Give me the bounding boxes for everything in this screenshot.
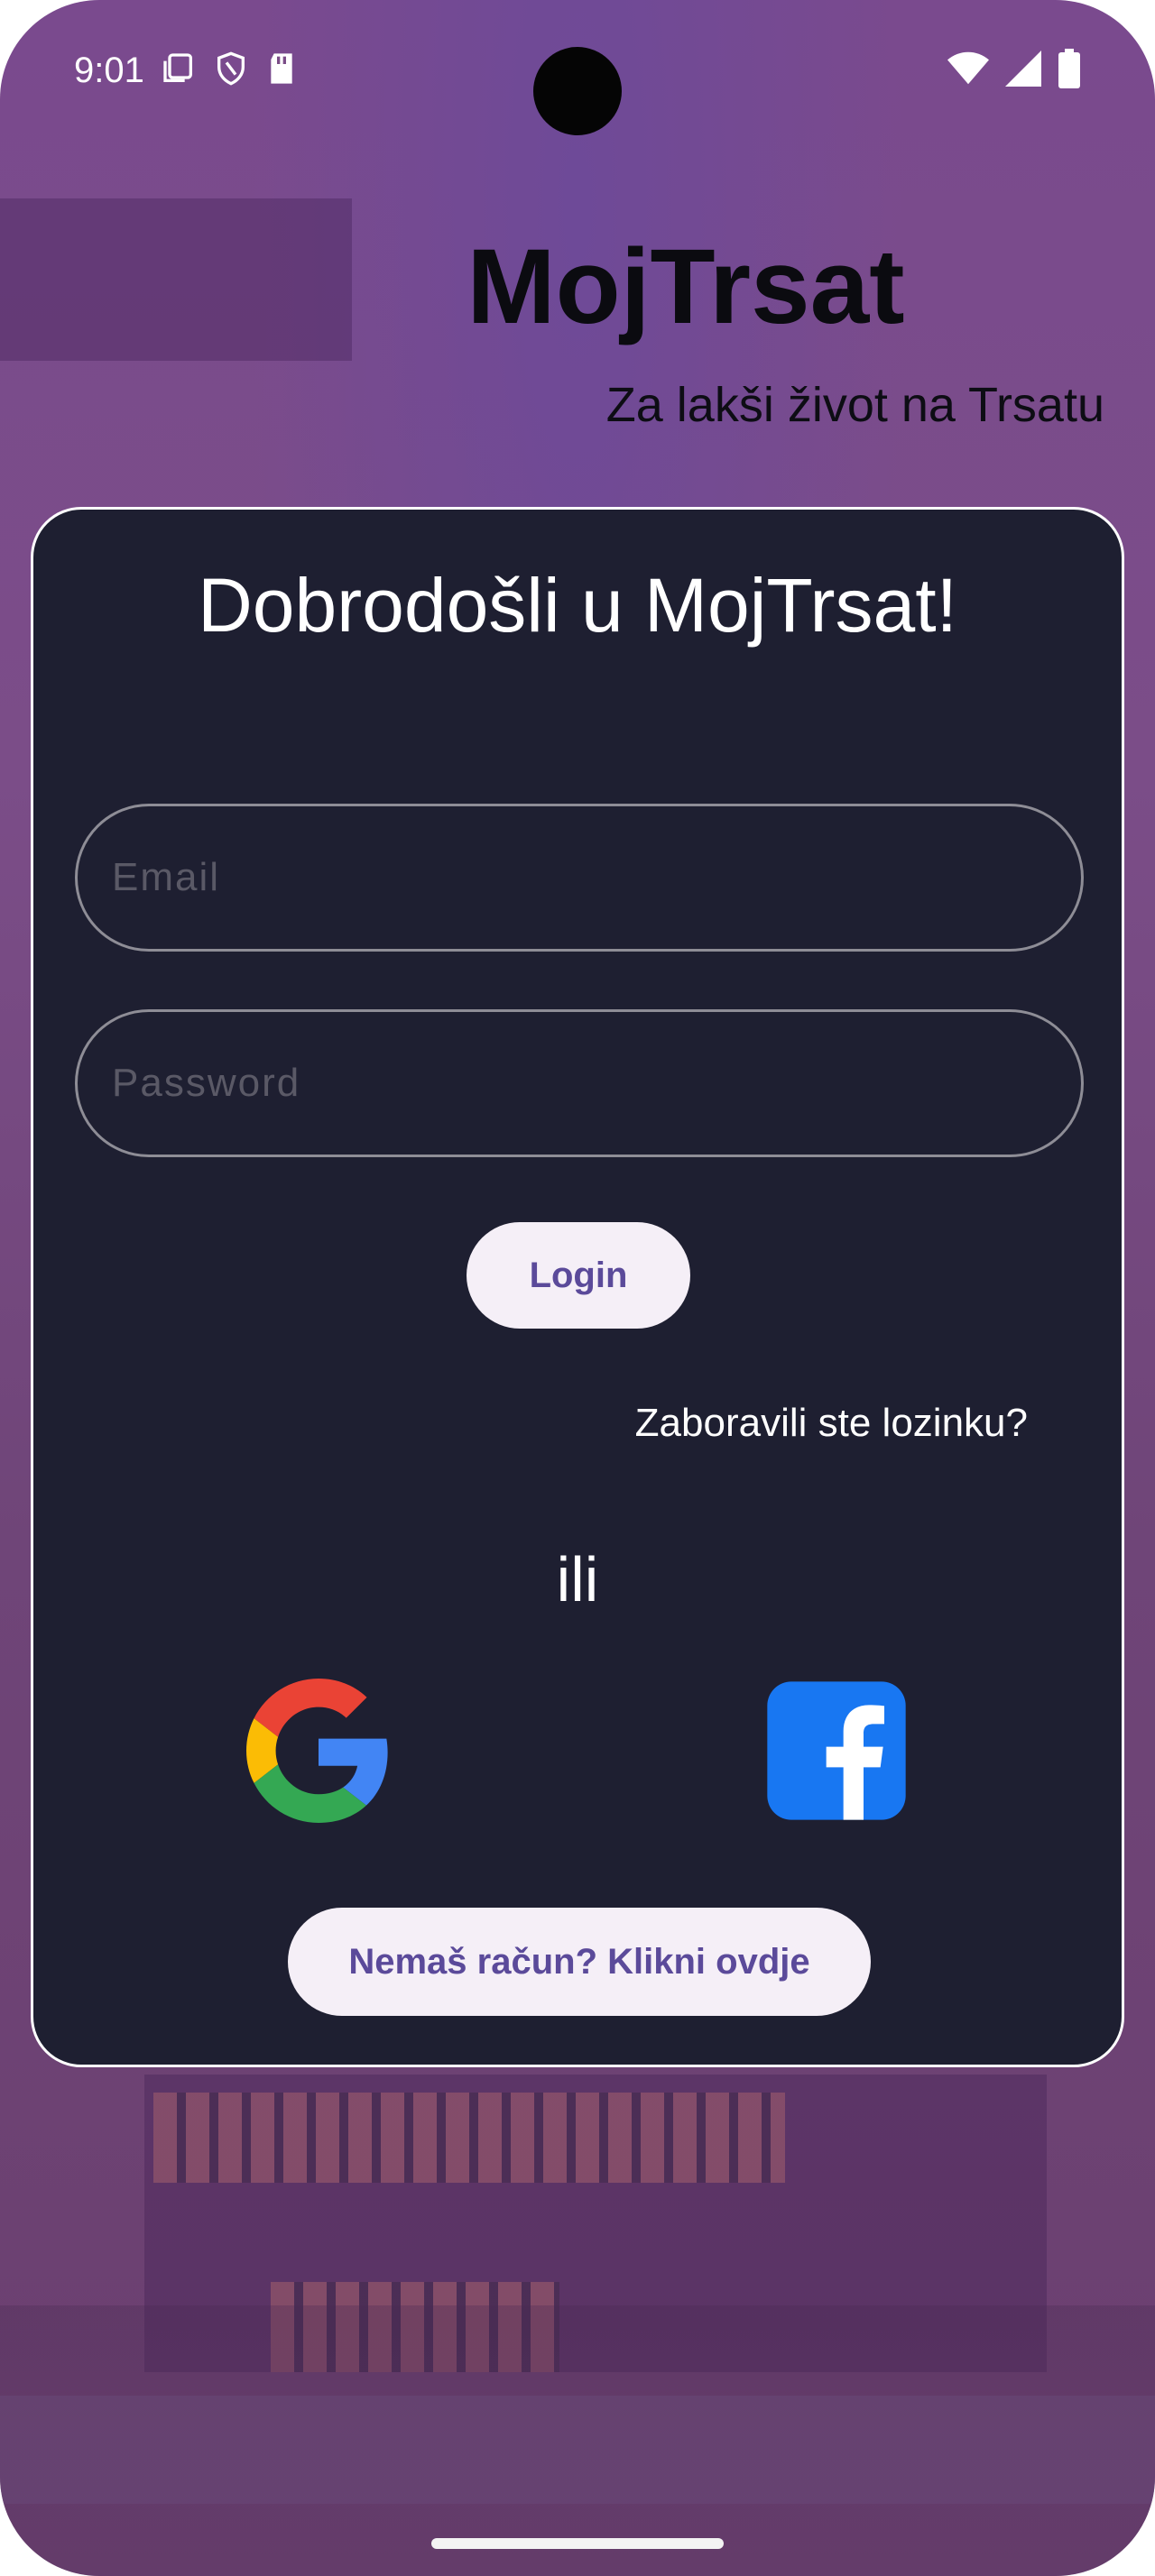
welcome-title: Dobrodošli u MojTrsat! (198, 563, 957, 648)
password-input[interactable] (110, 1060, 1081, 1107)
signup-button[interactable]: Nemaš račun? Klikni ovdje (288, 1908, 871, 2016)
password-field[interactable] (75, 1009, 1084, 1157)
screenshot-icon (161, 51, 197, 91)
facebook-icon[interactable] (764, 1679, 909, 1823)
email-field[interactable] (75, 804, 1084, 952)
google-icon[interactable] (246, 1679, 391, 1823)
status-time: 9:01 (74, 50, 144, 90)
signal-icon (1005, 50, 1041, 91)
shield-icon (213, 51, 249, 91)
forgot-password-link[interactable]: Zaboravili ste lozinku? (635, 1401, 1028, 1446)
or-divider-text: ili (556, 1544, 599, 1615)
app-subtitle: Za lakši život na Trsatu (605, 378, 1104, 432)
app-title: MojTrsat (467, 227, 905, 346)
sd-card-icon (265, 51, 298, 91)
status-bar: 9:01 (74, 45, 1081, 96)
background-ground (0, 2305, 1155, 2576)
email-input[interactable] (110, 854, 1081, 901)
home-indicator[interactable] (431, 2538, 724, 2549)
background-windows (153, 2093, 785, 2183)
battery-icon (1058, 48, 1081, 93)
login-card: Dobrodošli u MojTrsat! Login Zaboravili … (31, 507, 1124, 2067)
status-right (947, 48, 1081, 93)
status-left: 9:01 (74, 51, 298, 91)
wifi-icon (947, 51, 989, 91)
phone-screen: 9:01 MojTrsat Za lakši život na Trsatu D… (0, 0, 1155, 2576)
login-button[interactable]: Login (467, 1222, 690, 1329)
